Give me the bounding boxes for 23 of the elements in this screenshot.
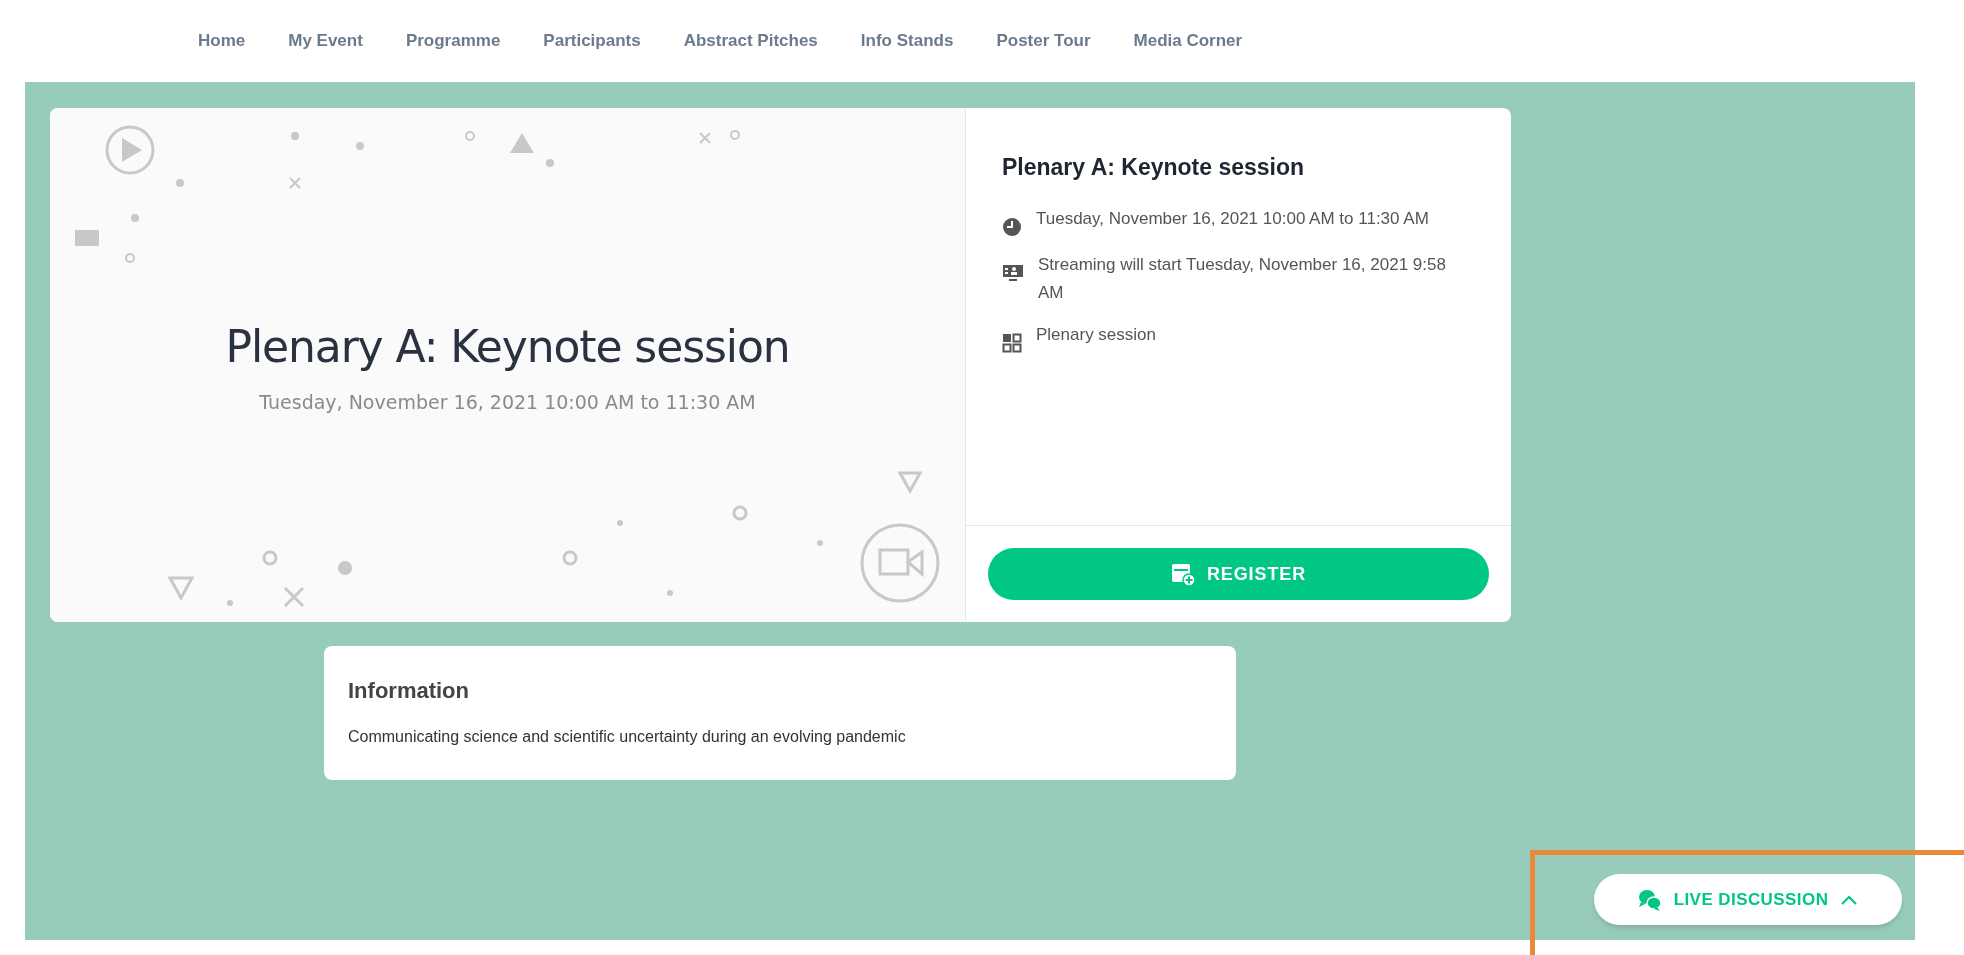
session-heading: Plenary A: Keynote session <box>1002 153 1306 182</box>
nav-link[interactable]: Participants <box>543 28 641 54</box>
nav-link[interactable]: My Event <box>288 28 363 54</box>
nav-link[interactable]: Home <box>198 28 246 54</box>
session-detail: Plenary session <box>1036 323 1156 346</box>
calendar-add-icon <box>1170 562 1195 586</box>
chat-bubbles-icon <box>1637 888 1662 911</box>
register-button[interactable]: REGISTER <box>988 548 1489 600</box>
session-date: Tuesday, November 16, 2021 10:00 AM to 11:30 AM <box>259 389 756 415</box>
presenter-screen-icon <box>1002 262 1024 283</box>
session-detail: Streaming will start Tuesday, November 16, 2021 9:58 AM <box>1038 253 1447 304</box>
nav-link[interactable]: Media Corner <box>1133 28 1243 54</box>
information-heading: Information <box>348 677 470 705</box>
nav-link[interactable]: Poster Tour <box>996 28 1091 54</box>
live-discussion-button[interactable]: LIVE DISCUSSION <box>1594 874 1902 925</box>
nav-link[interactable]: Info Stands <box>860 28 954 54</box>
information-text: Communicating science and scientific uncertainty during an evolving pandemic <box>348 727 907 747</box>
grid-icon <box>1002 332 1022 353</box>
clock-icon <box>1002 216 1022 237</box>
session-title: Plenary A: Keynote session <box>225 319 790 374</box>
session-detail: Tuesday, November 16, 2021 10:00 AM to 11:30 AM <box>1036 207 1429 230</box>
nav-link[interactable]: Abstract Pitches <box>683 28 818 54</box>
nav-link[interactable]: Programme <box>405 28 501 54</box>
